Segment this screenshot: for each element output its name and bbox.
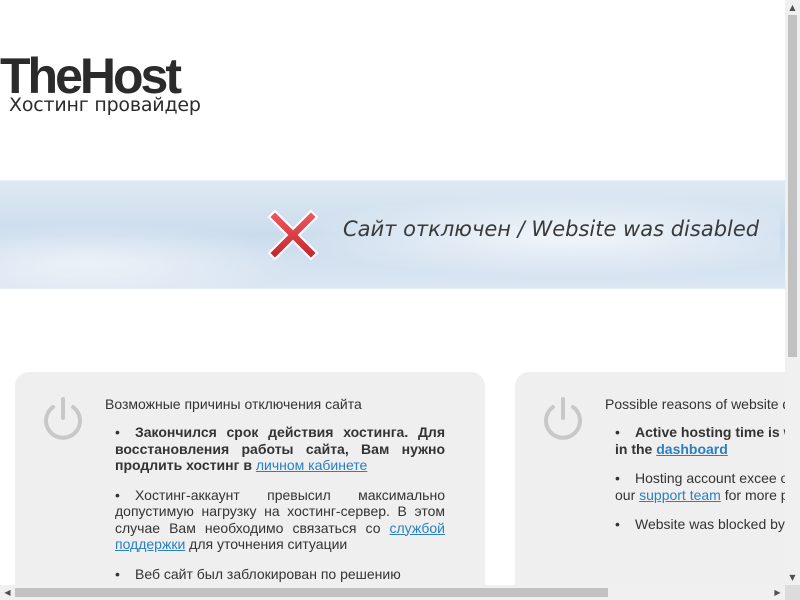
disabled-banner: Сайт отключен / Website was disabled [0,180,785,289]
scroll-up-icon[interactable]: ▲ [785,0,800,15]
vertical-scrollbar[interactable]: ▲ ▼ [785,0,800,585]
power-icon [544,397,582,440]
card-title: Possible reasons of website d [605,396,785,412]
card-title: Возможные причины отключения сайта [105,396,362,412]
page-viewport: TheHost Хостинг провайдер Сайт отключен … [0,0,785,585]
reason-text-after: для уточнения ситуации [185,536,348,552]
reasons-list: • Закончился срок действия хостинга. Для … [115,424,445,585]
support-link[interactable]: support team [639,487,721,503]
dashboard-link[interactable]: dashboard [656,441,728,457]
banner-title: Сайт отключен / Website was disabled [343,217,760,241]
cabinet-link[interactable]: личном кабинете [256,457,367,473]
horizontal-scrollbar[interactable]: ◀ ▶ [0,585,785,600]
reasons-card-ru: Возможные причины отключения сайта • Зако… [15,372,485,585]
reason-text: Веб сайт был заблокирован по решению [135,565,401,582]
scrollbar-corner [785,585,800,600]
reason-text: Website was blocked by [635,516,785,532]
red-x-icon [267,209,319,261]
scroll-left-icon[interactable]: ◀ [0,585,15,600]
list-item: • Закончился срок действия хостинга. Для … [115,424,445,473]
reasons-list: •Active hosting time is website work You… [615,424,785,546]
list-item: •Active hosting time is website work You… [615,424,785,457]
list-item: • Website was blocked by [615,516,785,532]
horizontal-scroll-thumb[interactable] [15,588,608,597]
power-icon [44,397,82,440]
logo-tagline: Хостинг провайдер [9,94,201,116]
thehost-logo[interactable]: TheHost Хостинг провайдер [0,50,215,120]
list-item: • Веб сайт был заблокирован по решению [115,565,401,582]
reasons-card-en: Possible reasons of website d • Active ho… [515,372,785,585]
scroll-right-icon[interactable]: ▶ [770,585,785,600]
list-item: •Hosting account excee on hosting-server… [615,470,785,503]
scroll-down-icon[interactable]: ▼ [785,570,800,585]
list-item: • Хостинг-аккаунт превысил максимально до… [115,486,445,553]
reason-text-after: for more p [720,486,785,503]
vertical-scroll-thumb[interactable] [788,15,797,357]
